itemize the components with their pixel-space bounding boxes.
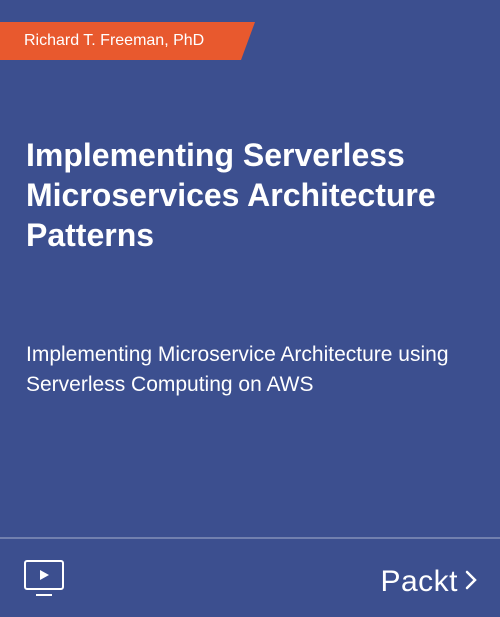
brand-logo: Packt [380,565,478,599]
footer-divider [0,537,500,539]
course-subtitle: Implementing Microservice Architecture u… [26,340,470,401]
chevron-right-icon [464,565,478,599]
author-ribbon: Richard T. Freeman, PhD [0,22,255,60]
brand-name: Packt [380,565,458,599]
video-icon [22,555,66,599]
author-name: Richard T. Freeman, PhD [24,32,204,49]
course-title: Implementing Serverless Microservices Ar… [26,135,470,255]
